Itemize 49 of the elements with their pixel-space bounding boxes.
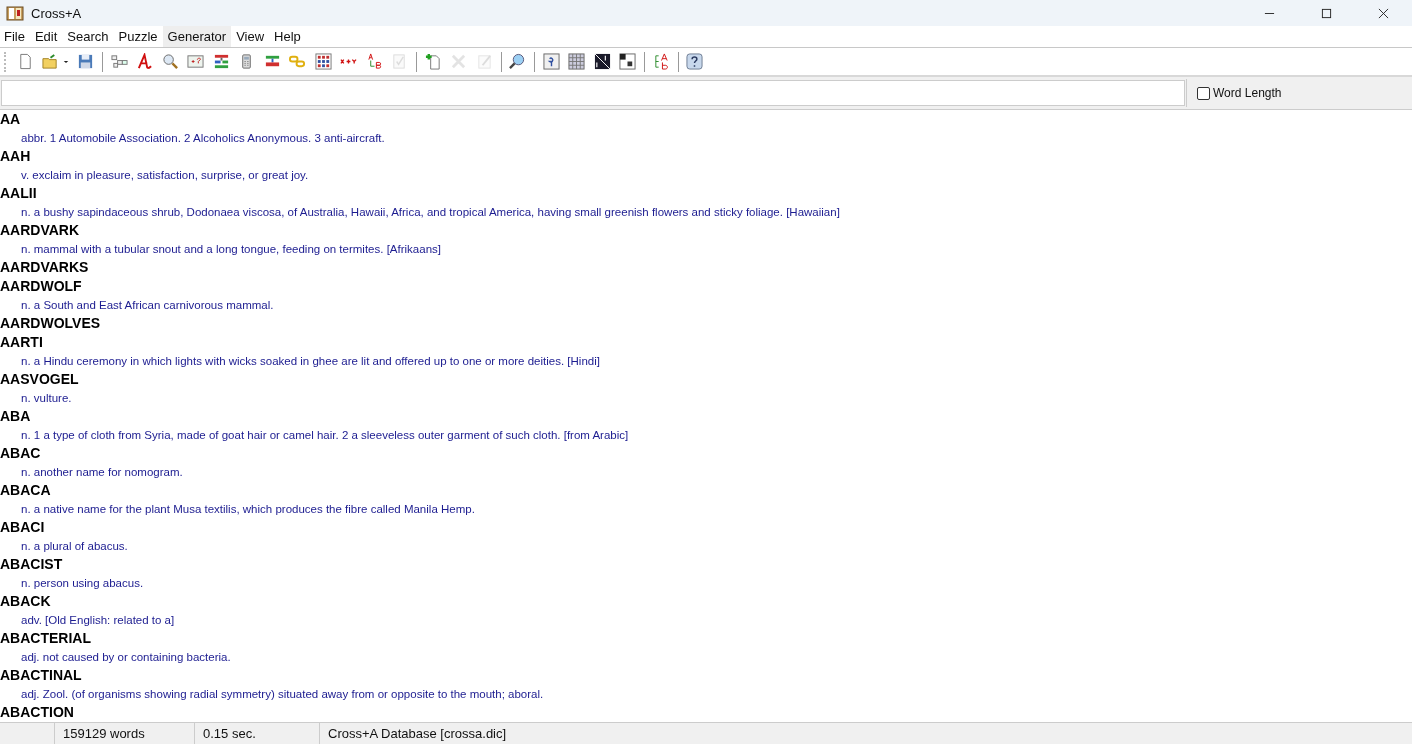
- menu-item[interactable]: Edit: [29, 26, 63, 47]
- menu-item[interactable]: Search: [62, 26, 114, 47]
- definition-text: adj. Zool. (of organisms showing radial symmetry) situated away from or opposite to the mouth; aboral.: [20, 687, 545, 702]
- definition-text: n. a plural of abacus.: [20, 539, 129, 554]
- headword[interactable]: AALII: [0, 184, 1412, 203]
- menu-item[interactable]: File: [0, 26, 30, 47]
- definition-text: n. a South and East African carnivorous mammal.: [20, 298, 275, 313]
- headword[interactable]: AARDVARK: [0, 221, 1412, 240]
- definition-text: adj. not caused by or containing bacteria.: [20, 650, 232, 665]
- headword[interactable]: ABACI: [0, 518, 1412, 537]
- definition-text: n. person using abacus.: [20, 576, 145, 591]
- headword[interactable]: ABACTION: [0, 703, 1412, 722]
- menu-item[interactable]: Puzzle: [113, 26, 163, 47]
- checkbox-label: Word Length: [1213, 86, 1282, 100]
- definition-text: adv. [Old English: related to a]: [20, 613, 176, 628]
- headword[interactable]: AARDWOLVES: [0, 314, 1412, 333]
- search-field[interactable]: [1, 80, 1185, 106]
- definition-text: n. a Hindu ceremony in which lights with wicks soaked in ghee are lit and offered up to one or more deities. [Hindi]: [20, 354, 601, 369]
- headword[interactable]: ABACTINAL: [0, 666, 1412, 685]
- status-text: 159129 words: [55, 723, 195, 744]
- menu-item[interactable]: View: [231, 26, 270, 47]
- menu-item[interactable]: Help: [269, 26, 306, 47]
- menu-item[interactable]: Generator: [162, 26, 232, 47]
- definition-text: abbr. 1 Automobile Association. 2 Alcoholics Anonymous. 3 anti-aircraft.: [20, 131, 386, 146]
- headword[interactable]: AAH: [0, 147, 1412, 166]
- headword[interactable]: AARDWOLF: [0, 277, 1412, 296]
- headword[interactable]: ABACIST: [0, 555, 1412, 574]
- status-text: Cross+A Database [crossa.dic]: [327, 725, 508, 743]
- headword[interactable]: AARTI: [0, 333, 1412, 352]
- app-icon: [6, 5, 24, 21]
- headword[interactable]: AARDVARKS: [0, 258, 1412, 277]
- definition-text: n. a native name for the plant Musa textilis, which produces the fibre called Manila Hemp.: [20, 502, 476, 517]
- headword[interactable]: ABAC: [0, 444, 1412, 463]
- headword[interactable]: AASVOGEL: [0, 370, 1412, 389]
- window-title: Cross+A: [31, 5, 82, 21]
- definition-text: n. mammal with a tubular snout and a long tongue, feeding on termites. [Afrikaans]: [20, 242, 442, 257]
- definition-text: v. exclaim in pleasure, satisfaction, surprise, or great joy.: [20, 168, 310, 183]
- headword[interactable]: ABACTERIAL: [0, 629, 1412, 648]
- status-text: 0.15 sec.: [195, 723, 320, 744]
- definition-text: n. another name for nomogram.: [20, 465, 184, 480]
- definition-text: n. a bushy sapindaceous shrub, Dodonaea viscosa, of Australia, Hawaii, Africa, and tropical America, having small greenish flowers and sticky foliage. [Hawaiian]: [20, 205, 841, 220]
- definition-text: n. vulture.: [20, 391, 73, 406]
- headword[interactable]: ABACA: [0, 481, 1412, 500]
- definition-text: n. 1 a type of cloth from Syria, made of goat hair or camel hair. 2 a sleeveless outer garment of such cloth. [from Arabic]: [20, 428, 630, 443]
- headword[interactable]: AA: [0, 110, 1412, 129]
- word-length-checkbox[interactable]: Word Length: [1186, 79, 1282, 107]
- headword[interactable]: ABA: [0, 407, 1412, 426]
- headword[interactable]: ABACK: [0, 592, 1412, 611]
- checkbox[interactable]: [1197, 86, 1210, 100]
